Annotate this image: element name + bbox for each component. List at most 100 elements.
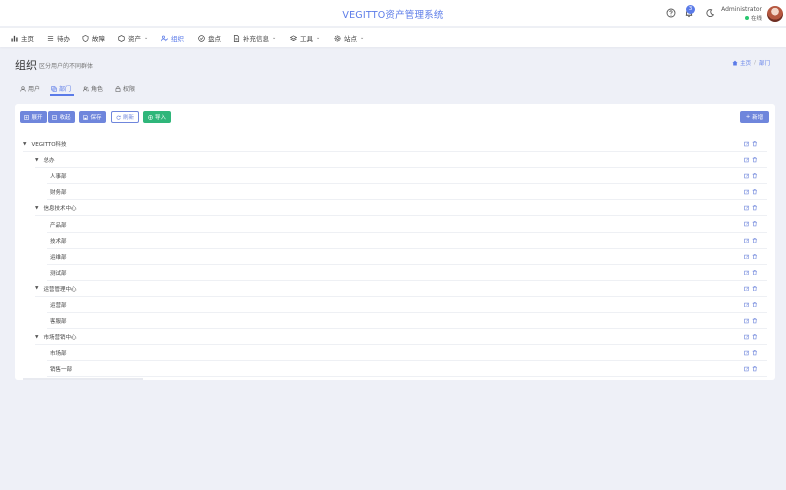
tree-row[interactable]: 产品部 (23, 216, 767, 233)
nav-item-assets[interactable]: 资产 ⌄ (118, 32, 148, 44)
status-dot (744, 16, 749, 20)
edit-icon[interactable] (744, 270, 750, 276)
edit-icon[interactable] (744, 205, 750, 211)
trash-icon[interactable] (752, 237, 758, 244)
tree-row[interactable]: 技术部 (23, 233, 767, 249)
tree-row[interactable]: ▼ 信息技术中心 (23, 200, 767, 217)
chevron-down-icon: ⌄ (316, 35, 321, 41)
nav-item-todo[interactable]: 待办 (47, 32, 70, 44)
edit-icon[interactable] (744, 157, 750, 163)
tree-row[interactable]: 市场部 (23, 345, 767, 362)
trash-icon[interactable] (752, 318, 758, 324)
add-button[interactable]: + 新增 (740, 111, 769, 123)
row-actions (744, 366, 757, 372)
collapse-button[interactable]: 收起 (48, 111, 75, 123)
tree-row[interactable]: ▼ 运营管理中心 (23, 281, 767, 297)
row-actions (744, 221, 757, 227)
tab-label: 角色 (91, 86, 104, 93)
avatar[interactable] (767, 6, 783, 22)
tab-users[interactable]: 用户 (20, 84, 40, 93)
refresh-button[interactable]: 刷新 (111, 111, 139, 123)
list-icon (47, 35, 54, 41)
nav-item-site[interactable]: 站点 ⌄ (334, 32, 364, 44)
tree-row[interactable]: 测试部 (23, 265, 767, 281)
main-nav: 主页 待办 故障 资产 ⌄ 组织 盘点 补充信息 ⌄ 工具 ⌄ 站点 ⌄ (0, 27, 786, 47)
tree-row[interactable]: 销售一部 (23, 361, 767, 378)
edit-icon[interactable] (744, 189, 750, 195)
tab-roles[interactable]: 角色 (83, 84, 103, 93)
edit-icon[interactable] (744, 302, 750, 308)
scroll-indicator (23, 378, 143, 380)
edit-icon[interactable] (744, 141, 750, 147)
edit-icon[interactable] (744, 350, 750, 356)
department-tree: ▼ VEGITTO科技 ▼ 总办 人事部 财务部 ▼ 信息技术中心 产品部 技术部 运维部 测试部 ▼ 运… (23, 136, 767, 378)
trash-icon[interactable] (752, 334, 758, 340)
edit-icon[interactable] (744, 221, 750, 227)
user-name[interactable]: Administrator (721, 6, 762, 13)
breadcrumb-separator: / (754, 60, 756, 66)
breadcrumb-home-label: 主页 (740, 61, 752, 67)
tree-row[interactable]: 客服部 (23, 313, 767, 330)
nav-item-fault[interactable]: 故障 (82, 32, 105, 44)
tree-node-label: 销售一部 (50, 367, 73, 374)
active-tab-indicator (50, 94, 74, 96)
expand-button[interactable]: 展开 (20, 111, 47, 123)
trash-icon[interactable] (752, 366, 758, 372)
import-button[interactable]: 导入 (143, 111, 171, 123)
nav-item-inventory[interactable]: 盘点 (198, 32, 221, 44)
edit-icon[interactable] (744, 238, 750, 244)
tree-node-label: 运营管理中心 (43, 286, 77, 293)
tree-node-label: 运营部 (50, 302, 67, 309)
add-label: 新增 (752, 115, 764, 121)
row-actions (744, 157, 757, 163)
tree-node-label: 测试部 (50, 270, 67, 277)
row-actions (744, 318, 757, 324)
collapse-icon (52, 114, 58, 120)
lock-icon (115, 85, 121, 92)
nav-item-extra-info[interactable]: 补充信息 ⌄ (233, 32, 276, 44)
tree-row[interactable]: 运维部 (23, 249, 767, 265)
save-button[interactable]: 保存 (79, 111, 106, 123)
breadcrumb-home[interactable]: 主页 (732, 59, 751, 67)
edit-icon[interactable] (744, 318, 750, 324)
caret-down-icon[interactable]: ▼ (35, 286, 38, 291)
caret-down-icon[interactable]: ▼ (35, 206, 38, 211)
tree-node-label: 总办 (43, 158, 55, 165)
caret-down-icon[interactable]: ▼ (23, 142, 26, 147)
tree-row[interactable]: 财务部 (23, 184, 767, 201)
trash-icon[interactable] (752, 173, 758, 179)
trash-icon[interactable] (752, 302, 758, 308)
tab-departments[interactable]: 部门 (51, 84, 71, 93)
nav-item-tools[interactable]: 工具 ⌄ (290, 32, 320, 44)
edit-icon[interactable] (744, 254, 750, 260)
edit-icon[interactable] (744, 334, 750, 340)
trash-icon[interactable] (752, 350, 758, 356)
caret-down-icon[interactable]: ▼ (35, 158, 38, 163)
edit-icon[interactable] (744, 173, 750, 179)
tree-row[interactable]: ▼ VEGITTO科技 (23, 136, 767, 153)
tree-row[interactable]: ▼ 市场营销中心 (23, 329, 767, 346)
nav-item-organization[interactable]: 组织 (161, 32, 184, 44)
trash-icon[interactable] (752, 269, 758, 276)
trash-icon[interactable] (752, 141, 758, 147)
tab-permissions[interactable]: 权限 (115, 84, 135, 93)
gear-icon (334, 35, 341, 41)
tree-row[interactable]: ▼ 总办 (23, 152, 767, 169)
tab-label: 部门 (59, 86, 72, 93)
moon-icon[interactable] (705, 8, 715, 18)
tree-row[interactable]: 人事部 (23, 168, 767, 185)
help-icon[interactable] (666, 8, 676, 18)
edit-icon[interactable] (744, 366, 750, 372)
caret-down-icon[interactable]: ▼ (35, 335, 38, 340)
trash-icon[interactable] (752, 221, 758, 227)
nav-label: 资产 (128, 35, 141, 43)
trash-icon[interactable] (752, 253, 758, 260)
trash-icon[interactable] (752, 189, 758, 195)
trash-icon[interactable] (752, 205, 758, 211)
nav-item-home[interactable]: 主页 (11, 32, 34, 44)
trash-icon[interactable] (752, 286, 758, 292)
tree-row[interactable]: 运营部 (23, 297, 767, 314)
edit-icon[interactable] (744, 286, 750, 292)
trash-icon[interactable] (752, 157, 758, 163)
chevron-down-icon: ⌄ (144, 35, 149, 41)
